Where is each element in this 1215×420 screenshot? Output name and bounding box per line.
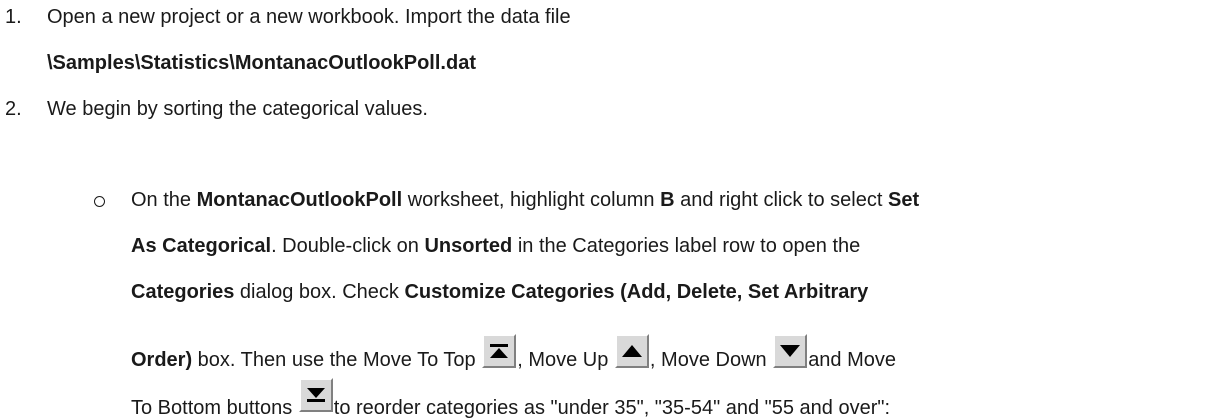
bullet-line-5: To Bottom buttons to reorder categories … — [131, 378, 890, 420]
step-2-text: We begin by sorting the categorical valu… — [47, 98, 428, 120]
bullet-line-1: On the MontanacOutlookPoll worksheet, hi… — [131, 189, 920, 211]
data-file-path: \Samples\Statistics\MontanacOutlookPoll.… — [47, 52, 476, 74]
move-to-top-icon — [482, 334, 517, 368]
bullet-line-2: As Categorical. Double-click on Unsorted… — [131, 235, 861, 257]
move-to-bottom-icon — [298, 378, 333, 412]
document: 1. Open a new project or a new workbook.… — [0, 0, 1215, 419]
bullet-line-3: Categories dialog box. Check Customize C… — [131, 281, 869, 303]
step-1-number: 1. — [5, 6, 22, 28]
move-up-icon — [614, 334, 649, 368]
step-1-text: Open a new project or a new workbook. Im… — [47, 6, 571, 28]
step-2-number: 2. — [5, 98, 22, 120]
bullet-line-4: Order) box. Then use the Move To Top , M… — [131, 334, 896, 372]
move-down-icon — [773, 334, 808, 368]
bullet-marker — [94, 196, 105, 207]
